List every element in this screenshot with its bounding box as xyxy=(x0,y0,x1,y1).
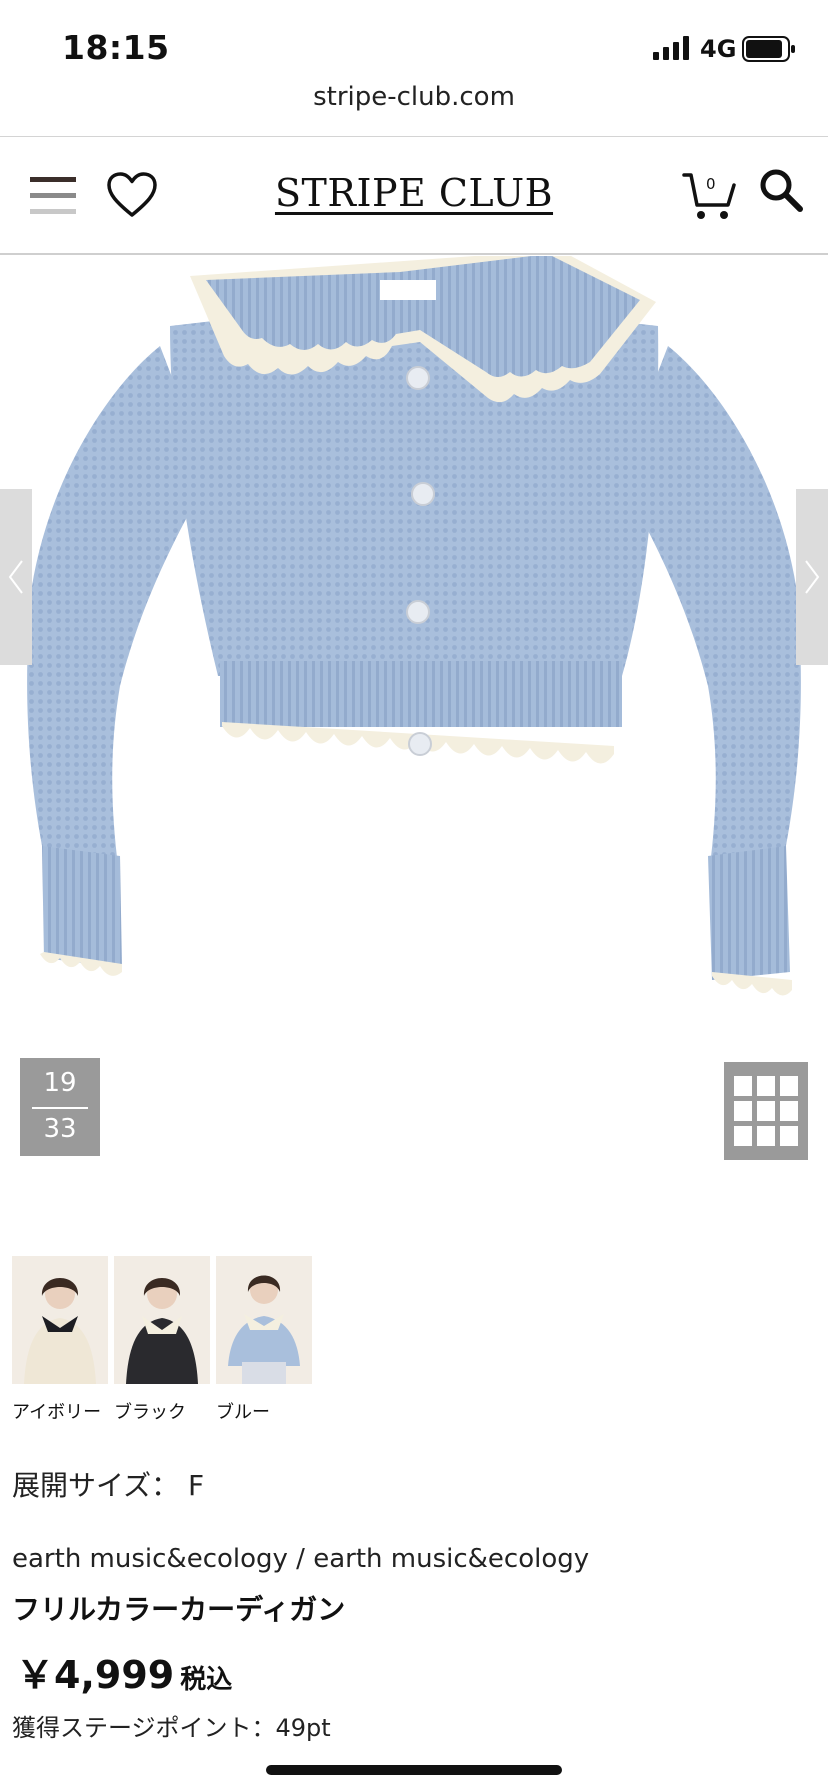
color-option-black[interactable]: ブラック xyxy=(114,1256,210,1424)
color-label: アイボリー xyxy=(12,1402,102,1423)
cart-button[interactable]: 0 xyxy=(682,167,738,223)
search-icon xyxy=(760,169,803,212)
color-option-blue[interactable]: ブルー xyxy=(216,1256,312,1424)
color-label: ブルー xyxy=(216,1402,270,1423)
price-row: ￥4,999 税込 xyxy=(16,1644,232,1699)
image-counter-divider xyxy=(32,1107,88,1109)
tax-label: 税込 xyxy=(180,1665,233,1695)
color-label: ブラック xyxy=(114,1402,186,1423)
battery-icon xyxy=(742,36,795,62)
status-time: 18:15 xyxy=(62,28,170,67)
product-title: フリルカラーカーディガン xyxy=(12,1593,346,1626)
header-divider xyxy=(0,253,828,255)
price: ￥4,999 xyxy=(16,1653,175,1697)
menu-bar xyxy=(30,209,76,214)
site-logo[interactable]: STRIPE CLUB xyxy=(275,171,553,215)
address-bar[interactable]: stripe-club.com xyxy=(0,82,828,112)
chevron-right-icon xyxy=(805,560,820,594)
menu-bar xyxy=(30,193,76,198)
grid-icon xyxy=(734,1076,798,1146)
wishlist-button[interactable] xyxy=(106,171,158,219)
color-thumbnail xyxy=(216,1256,312,1384)
image-counter: 19 33 xyxy=(20,1058,100,1156)
cart-count: 0 xyxy=(706,175,716,193)
color-thumbnail xyxy=(12,1256,108,1384)
product-image[interactable] xyxy=(0,256,828,1008)
menu-bar xyxy=(30,177,76,182)
image-counter-current: 19 xyxy=(43,1068,77,1098)
color-option-ivory[interactable]: アイボリー xyxy=(12,1256,108,1424)
heart-icon xyxy=(107,172,157,217)
site-header: STRIPE CLUB 0 xyxy=(0,137,828,253)
reward-points: 獲得ステージポイント：49pt xyxy=(12,1714,331,1742)
network-label: 4G xyxy=(700,35,737,63)
previous-image-button[interactable] xyxy=(0,489,32,665)
next-image-button[interactable] xyxy=(796,489,828,665)
brand-link[interactable]: earth music&ecology / earth music&ecolog… xyxy=(12,1544,589,1574)
search-button[interactable] xyxy=(758,167,804,213)
color-thumbnail xyxy=(114,1256,210,1384)
home-indicator[interactable] xyxy=(266,1765,562,1775)
signal-icon xyxy=(653,36,689,60)
chevron-left-icon xyxy=(8,560,23,594)
available-sizes: 展開サイズ： F xyxy=(12,1469,205,1502)
grid-view-button[interactable] xyxy=(724,1062,808,1160)
image-counter-total: 33 xyxy=(43,1114,77,1144)
menu-button[interactable] xyxy=(30,177,76,215)
